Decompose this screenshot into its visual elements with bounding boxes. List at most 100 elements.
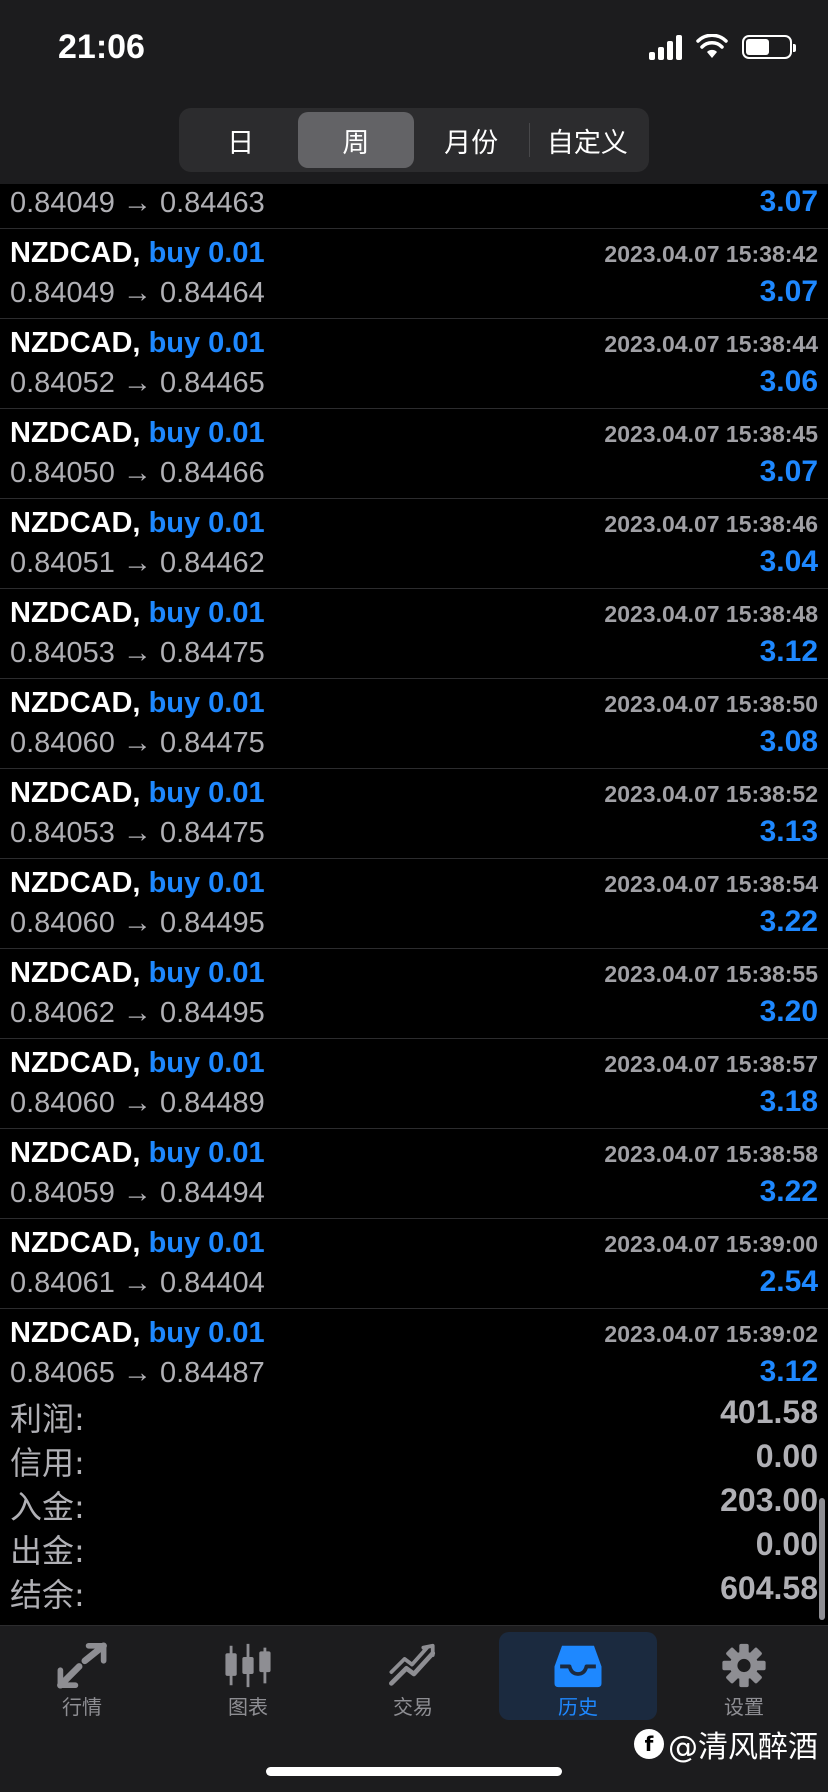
trade-time: 2023.04.07 15:38:52	[604, 781, 818, 807]
trade-row[interactable]: NZDCAD, buy 0.01 2023.04.07 15:38:58 0.840…	[0, 1129, 828, 1219]
trade-symbol: NZDCAD, buy 0.01	[10, 777, 265, 810]
tab-history[interactable]: 历史	[499, 1632, 657, 1720]
period-tab-month[interactable]: 月份	[414, 112, 529, 168]
trade-time: 2023.04.07 15:38:44	[604, 331, 818, 357]
trade-time: 2023.04.07 15:39:00	[604, 1231, 818, 1257]
trade-side: buy 0.01	[148, 1047, 265, 1079]
trade-profit: 3.06	[759, 365, 818, 398]
trade-side: buy 0.01	[148, 1227, 265, 1259]
status-icons	[649, 34, 796, 60]
trade-symbol: NZDCAD, buy 0.01	[10, 867, 265, 900]
summary-value: 0.00	[755, 1526, 818, 1562]
trade-prices: 0.84052 → 0.84465	[10, 367, 265, 399]
trade-time: 2023.04.07 15:38:54	[604, 871, 818, 897]
tab-label: 历史	[558, 1695, 598, 1719]
trade-side: buy 0.01	[148, 957, 265, 989]
trade-prices: 0.84062 → 0.84495	[10, 997, 265, 1029]
trade-prices: 0.84061 → 0.84404	[10, 1267, 265, 1299]
trade-row[interactable]: NZDCAD, buy 0.01 2023.04.07 15:38:48 0.840…	[0, 589, 828, 679]
history-inbox-icon	[554, 1645, 602, 1688]
trade-symbol: NZDCAD, buy 0.01	[10, 1227, 265, 1260]
trade-profit: 3.07	[759, 275, 818, 308]
trade-time: 2023.04.07 15:38:57	[604, 1051, 818, 1077]
trade-symbol-name: NZDCAD,	[10, 1227, 141, 1259]
trade-row[interactable]: NZDCAD, buy 0.01 2023.04.07 15:38:45 0.840…	[0, 409, 828, 499]
trade-row[interactable]: NZDCAD, buy 0.01 2023.04.07 15:38:57 0.840…	[0, 1039, 828, 1129]
watermark: f @清风醉酒	[634, 1722, 818, 1766]
trade-side: buy 0.01	[148, 417, 265, 449]
trade-prices: 0.84051 → 0.84462	[10, 547, 265, 579]
trade-profit: 3.12	[759, 1355, 818, 1384]
tab-quotes[interactable]: 行情	[3, 1632, 161, 1720]
trade-side: buy 0.01	[148, 1137, 265, 1169]
trade-profit: 3.22	[759, 905, 818, 938]
trade-prices: 0.84053 → 0.84475	[10, 637, 265, 669]
trade-row[interactable]: NZDCAD, buy 0.01 2023.04.07 15:38:52 0.840…	[0, 769, 828, 859]
status-time: 21:06	[58, 28, 145, 66]
tab-label: 设置	[724, 1695, 764, 1719]
trade-symbol: NZDCAD, buy 0.01	[10, 957, 265, 990]
quotes-arrows-icon	[57, 1642, 107, 1689]
trade-prices: 0.84049 → 0.84463	[10, 187, 265, 219]
summary-value: 401.58	[720, 1394, 818, 1430]
trade-prices: 0.84060 → 0.84475	[10, 727, 265, 759]
trade-symbol: NZDCAD, buy 0.01	[10, 417, 265, 450]
trade-row[interactable]: NZDCAD, buy 0.01 2023.04.07 15:39:00 0.840…	[0, 1219, 828, 1309]
trade-row[interactable]: NZDCAD, buy 0.01 2023.04.07 15:38:55 0.840…	[0, 949, 828, 1039]
trade-symbol: NZDCAD, buy 0.01	[10, 327, 265, 360]
trade-prices: 0.84059 → 0.84494	[10, 1177, 265, 1209]
trade-symbol-name: NZDCAD,	[10, 777, 141, 809]
trade-profit: 3.12	[759, 635, 818, 668]
trade-time: 2023.04.07 15:38:50	[604, 691, 818, 717]
trade-time: 2023.04.07 15:38:48	[604, 601, 818, 627]
trade-profit: 3.13	[759, 815, 818, 848]
tab-settings[interactable]: 设置	[665, 1632, 823, 1720]
trade-row[interactable]: NZDCAD, buy 0.01 2023.04.07 15:38:46 0.840…	[0, 499, 828, 589]
trade-side: buy 0.01	[148, 327, 265, 359]
period-tab-day[interactable]: 日	[183, 112, 298, 168]
watermark-text: @清风醉酒	[668, 1730, 818, 1765]
trade-symbol-name: NZDCAD,	[10, 507, 141, 539]
trade-symbol: NZDCAD, buy 0.01	[10, 597, 265, 630]
trade-symbol-name: NZDCAD,	[10, 327, 141, 359]
trade-profit: 3.04	[759, 545, 818, 578]
summary-label: 利润:	[10, 1400, 85, 1438]
trade-history-list[interactable]: 0.84049 → 0.84463 3.07 NZDCAD, buy 0.01 2…	[0, 184, 828, 1384]
cellular-signal-icon	[649, 34, 682, 60]
trade-side: buy 0.01	[148, 777, 265, 809]
trade-side: buy 0.01	[148, 687, 265, 719]
trade-prices: 0.84060 → 0.84495	[10, 907, 265, 939]
trade-row[interactable]: NZDCAD, buy 0.01 2023.04.07 15:38:44 0.840…	[0, 319, 828, 409]
trade-profit: 3.08	[759, 725, 818, 758]
trade-profit: 3.07	[759, 455, 818, 488]
trade-side: buy 0.01	[148, 507, 265, 539]
period-tab-week[interactable]: 周	[298, 112, 414, 168]
summary-balance: 结余: 604.58	[0, 1570, 828, 1614]
trade-symbol-name: NZDCAD,	[10, 1137, 141, 1169]
tab-label: 交易	[393, 1695, 433, 1719]
tab-chart[interactable]: 图表	[169, 1632, 327, 1720]
summary-label: 入金:	[10, 1488, 85, 1526]
trade-row-partial[interactable]: 0.84049 → 0.84463 3.07	[0, 184, 828, 229]
period-tab-custom[interactable]: 自定义	[530, 112, 645, 168]
trade-time: 2023.04.07 15:38:46	[604, 511, 818, 537]
trade-profit: 3.18	[759, 1085, 818, 1118]
summary-credit: 信用: 0.00	[0, 1438, 828, 1482]
trade-profit: 3.22	[759, 1175, 818, 1208]
tab-trade[interactable]: 交易	[334, 1632, 492, 1720]
wifi-icon	[696, 34, 728, 58]
gear-icon	[722, 1643, 766, 1688]
trade-row[interactable]: NZDCAD, buy 0.01 2023.04.07 15:38:54 0.840…	[0, 859, 828, 949]
trade-profit: 2.54	[759, 1265, 818, 1298]
trade-row[interactable]: NZDCAD, buy 0.01 2023.04.07 15:38:50 0.840…	[0, 679, 828, 769]
trade-row[interactable]: NZDCAD, buy 0.01 2023.04.07 15:39:02 0.840…	[0, 1309, 828, 1384]
trade-prices: 0.84065 → 0.84487	[10, 1357, 265, 1384]
scrollbar[interactable]	[819, 1498, 825, 1620]
trade-time: 2023.04.07 15:38:42	[604, 241, 818, 267]
summary-label: 结余:	[10, 1576, 85, 1614]
social-logo-icon: f	[634, 1729, 664, 1759]
trade-time: 2023.04.07 15:38:55	[604, 961, 818, 987]
trade-side: buy 0.01	[148, 867, 265, 899]
trade-symbol: NZDCAD, buy 0.01	[10, 237, 265, 270]
trade-row[interactable]: NZDCAD, buy 0.01 2023.04.07 15:38:42 0.840…	[0, 229, 828, 319]
